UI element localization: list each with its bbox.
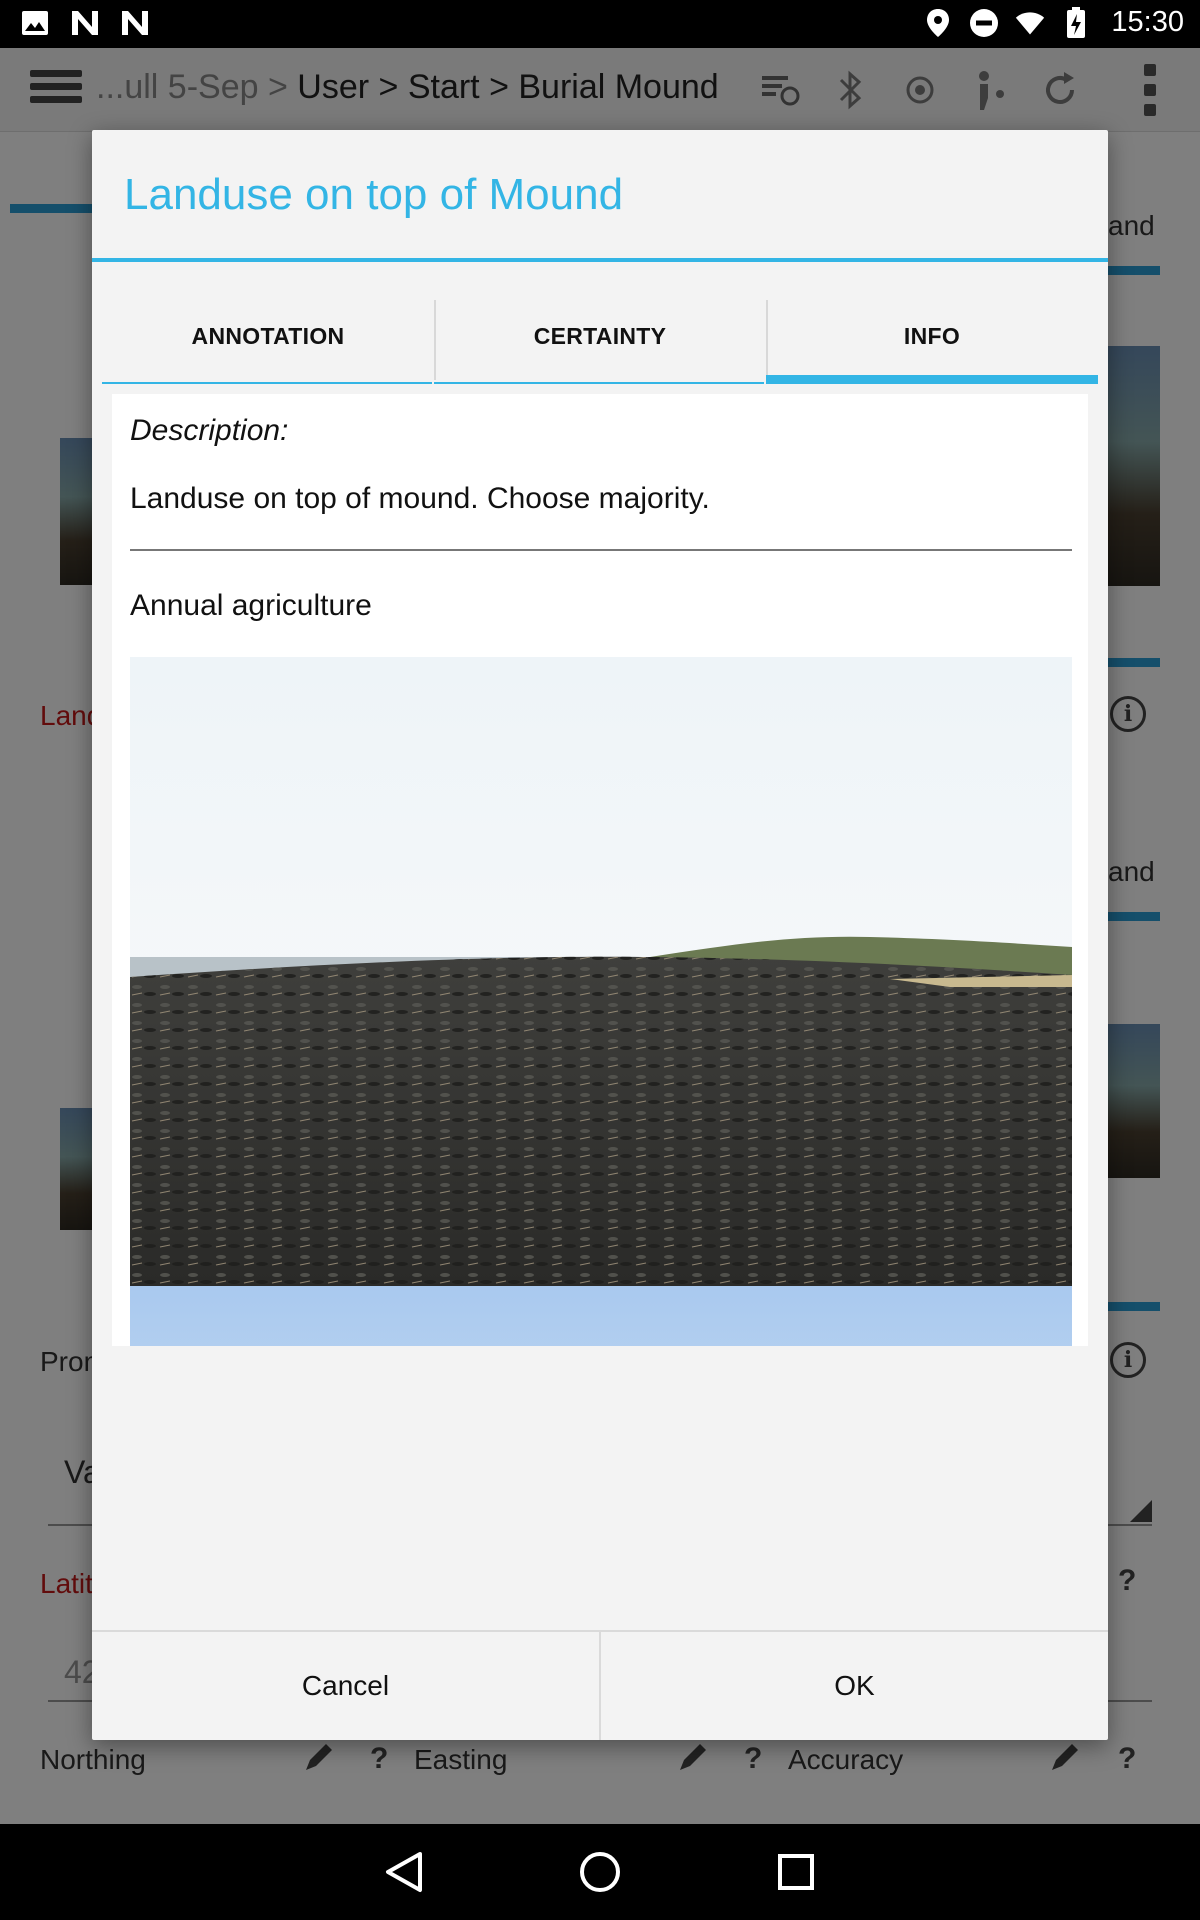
tab-label: CERTAINTY [533,322,667,349]
status-bar: 15:30 [0,0,1200,48]
clock: 15:30 [1111,6,1184,38]
description-divider [130,549,1072,551]
recents-icon[interactable] [772,1848,820,1896]
notification-n-icon [70,8,100,38]
photo-plowed-field [130,657,1072,1286]
gallery-icon [20,8,50,38]
wifi-icon [1015,8,1045,38]
tab-label: ANNOTATION [191,322,345,349]
ok-button[interactable]: OK [599,1632,1108,1740]
description-label: Description: [130,414,289,447]
tab-underline [434,382,764,384]
option-label: Annual agriculture [130,589,372,622]
annotation-dialog: Landuse on top of Mound ANNOTATION CERTA… [92,130,1108,1740]
dialog-button-bar: Cancel OK [92,1630,1108,1740]
home-icon[interactable] [576,1848,624,1896]
dialog-title-divider [92,258,1108,262]
tab-underline [102,382,432,384]
cancel-button[interactable]: Cancel [92,1632,599,1740]
description-text: Landuse on top of mound. Choose majority… [130,482,710,515]
back-icon[interactable] [380,1848,428,1896]
location-icon [923,8,953,38]
tab-info[interactable]: INFO [766,288,1098,384]
tab-certainty[interactable]: CERTAINTY [434,288,766,384]
tab-label: INFO [903,322,961,349]
tab-active-indicator [766,375,1098,384]
tab-annotation[interactable]: ANNOTATION [102,288,434,384]
dialog-tabs: ANNOTATION CERTAINTY INFO [102,288,1098,384]
photo-mound-with-people [130,1286,1072,1346]
navigation-bar [0,1824,1200,1920]
info-content[interactable]: Description: Landuse on top of mound. Ch… [112,394,1088,1346]
battery-charging-icon [1061,6,1091,38]
notification-n-icon [120,8,150,38]
dialog-title: Landuse on top of Mound [124,170,624,219]
do-not-disturb-icon [969,8,999,38]
